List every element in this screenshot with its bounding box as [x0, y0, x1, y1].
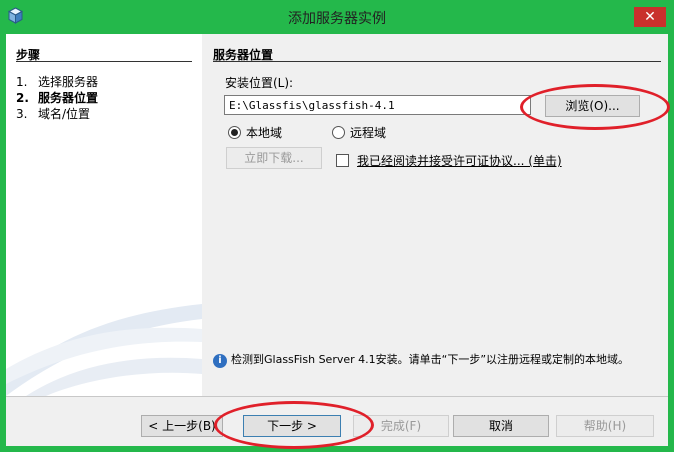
install-location-input[interactable]: E:\Glassfis\glassfish-4.1	[224, 95, 531, 115]
radio-local-domain[interactable]: 本地域	[228, 124, 282, 141]
radio-local-label: 本地域	[246, 126, 283, 140]
step-label: 选择服务器	[38, 75, 99, 89]
step-label: 服务器位置	[38, 91, 99, 105]
dialog-client: 步骤 1. 选择服务器 2. 服务器位置 3. 域名/位置 服务器位置 安装位置(L)…	[6, 34, 668, 446]
step-number: 3.	[16, 107, 28, 121]
license-agreement-link[interactable]: 我已经阅读并接受许可证协议... (单击)	[357, 152, 562, 169]
server-location-panel: 服务器位置 安装位置(L): E:\Glassfis\glassfish-4.1…	[203, 34, 668, 396]
info-icon: i	[213, 354, 227, 368]
download-now-button[interactable]: 立即下载...	[226, 147, 322, 169]
checkbox-icon	[336, 154, 349, 167]
steps-divider	[16, 61, 192, 62]
step-number: 2.	[16, 91, 29, 105]
close-button[interactable]: ✕	[634, 7, 666, 27]
next-button[interactable]: 下一步 >	[243, 415, 341, 437]
step-label: 域名/位置	[38, 107, 91, 121]
dialog-window: 添加服务器实例 ✕ 步骤 1. 选择服务器 2. 服务器位置 3. 域名/位置 服务器…	[0, 0, 674, 452]
license-checkbox[interactable]: 我已经阅读并接受许可证协议... (单击)	[336, 152, 562, 169]
title-bar[interactable]: 添加服务器实例 ✕	[0, 0, 674, 34]
help-button[interactable]: 帮助(H)	[556, 415, 654, 437]
cancel-button[interactable]: 取消	[453, 415, 549, 437]
back-button[interactable]: < 上一步(B)	[141, 415, 223, 437]
decorative-swoosh	[6, 304, 202, 396]
step-select-server: 1. 选择服务器	[16, 73, 98, 90]
info-text: 检测到GlassFish Server 4.1安装。请单击“下一步”以注册远程或…	[231, 353, 630, 366]
radio-selected-icon	[228, 126, 241, 139]
window-title: 添加服务器实例	[288, 11, 386, 27]
browse-button[interactable]: 浏览(O)...	[545, 95, 640, 117]
step-server-location: 2. 服务器位置	[16, 89, 98, 106]
step-number: 1.	[16, 75, 28, 89]
panel-divider	[213, 61, 661, 62]
radio-remote-label: 远程域	[350, 126, 387, 140]
radio-remote-domain[interactable]: 远程域	[332, 124, 386, 141]
close-icon: ✕	[644, 9, 656, 25]
footer-divider	[6, 396, 668, 397]
step-domain-location: 3. 域名/位置	[16, 105, 90, 122]
radio-unselected-icon	[332, 126, 345, 139]
steps-panel: 步骤 1. 选择服务器 2. 服务器位置 3. 域名/位置	[6, 34, 202, 396]
finish-button[interactable]: 完成(F)	[353, 415, 449, 437]
install-location-label: 安装位置(L):	[225, 76, 294, 90]
info-message: i 检测到GlassFish Server 4.1安装。请单击“下一步”以注册远…	[213, 352, 653, 368]
